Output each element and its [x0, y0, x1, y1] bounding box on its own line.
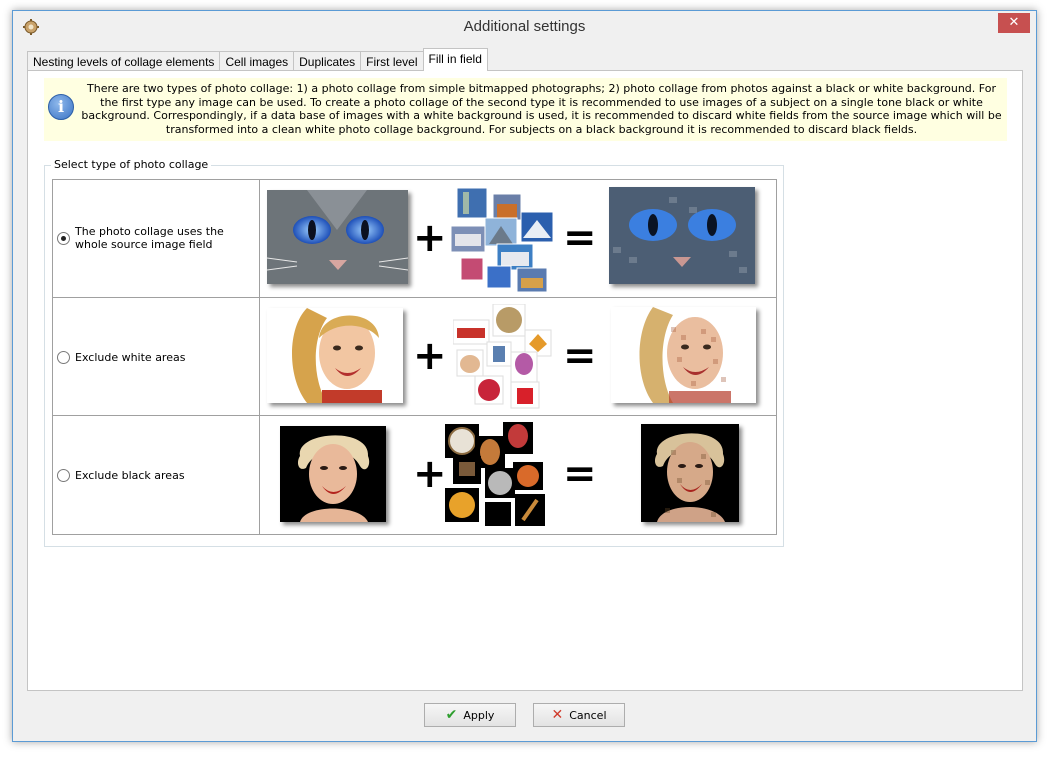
collage-type-grid: The photo collage uses the whole source … [52, 179, 777, 535]
collage-type-group: Select type of photo collage The photo c… [44, 158, 784, 547]
collage-option-row-black[interactable]: Exclude black areas + = [53, 416, 776, 534]
plus-sign: + [413, 451, 447, 497]
info-icon: i [48, 94, 74, 120]
example-visual-white: + = [261, 298, 776, 415]
group-legend: Select type of photo collage [51, 158, 212, 171]
title-bar: Additional settings ✕ [13, 11, 1036, 43]
radio-whole-field[interactable] [57, 232, 70, 245]
option-cell[interactable]: Exclude black areas [53, 416, 260, 534]
woman-collage-result [611, 307, 756, 403]
close-icon: ✕ [1008, 15, 1020, 30]
radio-exclude-white[interactable] [57, 351, 70, 364]
info-box: i There are two types of photo collage: … [44, 78, 1007, 141]
equals-sign: = [563, 215, 597, 261]
cancel-x-icon: ✕ [551, 707, 564, 723]
cancel-button[interactable]: ✕ Cancel [533, 703, 625, 727]
apply-button[interactable]: ✔ Apply [424, 703, 516, 727]
tab-strip: Nesting levels of collage elements Cell … [27, 48, 488, 71]
tab-fill-in-field[interactable]: Fill in field [422, 48, 488, 71]
tab-cell-images[interactable]: Cell images [219, 51, 295, 71]
collage-option-row-white[interactable]: Exclude white areas + = [53, 298, 776, 416]
tab-panel: i There are two types of photo collage: … [27, 70, 1023, 691]
option-cell[interactable]: The photo collage uses the whole source … [53, 180, 260, 297]
option-label-whole-field[interactable]: The photo collage uses the whole source … [75, 225, 255, 251]
collage-option-row-whole[interactable]: The photo collage uses the whole source … [53, 180, 776, 298]
tab-duplicates[interactable]: Duplicates [293, 51, 362, 71]
equals-sign: = [563, 333, 597, 379]
cat-source-photo [267, 190, 408, 284]
option-label-exclude-white[interactable]: Exclude white areas [75, 351, 255, 364]
plus-sign: + [413, 333, 447, 379]
object-tiles-cluster [453, 304, 552, 409]
photo-tiles-cluster [450, 187, 554, 293]
marilyn-collage-result [641, 424, 739, 522]
cat-collage-result [609, 187, 755, 284]
woman-source-photo [267, 308, 403, 403]
dialog-window: Additional settings ✕ Nesting levels of … [12, 10, 1037, 742]
example-visual-black: + = [261, 416, 776, 534]
dark-object-tiles-cluster [445, 422, 545, 526]
tab-first-level[interactable]: First level [360, 51, 424, 71]
info-text: There are two types of photo collage: 1)… [81, 82, 1002, 136]
equals-sign: = [563, 451, 597, 497]
tab-nesting-levels[interactable]: Nesting levels of collage elements [27, 51, 221, 71]
example-visual-whole: + = [261, 180, 776, 297]
marilyn-source-photo [280, 426, 386, 522]
option-cell[interactable]: Exclude white areas [53, 298, 260, 415]
window-title: Additional settings [463, 18, 586, 35]
plus-sign: + [413, 215, 447, 261]
apply-label: Apply [463, 708, 495, 722]
close-button[interactable]: ✕ [998, 13, 1030, 33]
radio-exclude-black[interactable] [57, 469, 70, 482]
cancel-label: Cancel [569, 708, 607, 722]
checkmark-icon: ✔ [445, 707, 458, 723]
option-label-exclude-black[interactable]: Exclude black areas [75, 469, 255, 482]
